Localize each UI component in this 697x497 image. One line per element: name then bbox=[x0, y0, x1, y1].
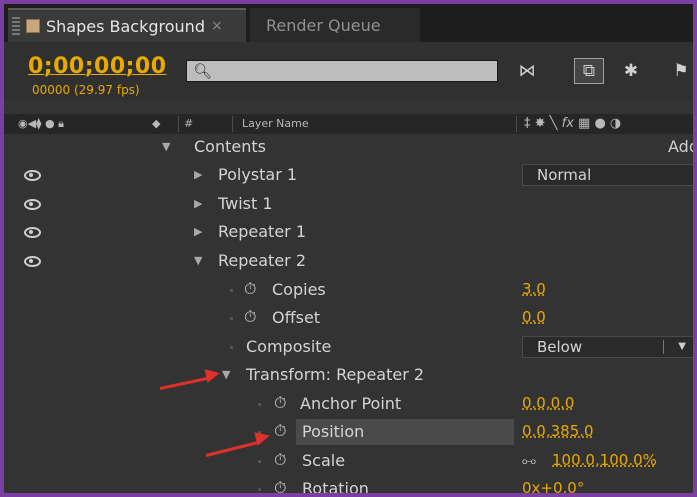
dot-icon bbox=[230, 346, 233, 349]
scale-value[interactable]: 100.0,100.0% bbox=[552, 451, 657, 469]
composite-row[interactable]: Composite Below ▼ bbox=[4, 334, 693, 362]
contents-label: Contents bbox=[194, 137, 266, 156]
live-update-icon[interactable]: ⧉ bbox=[574, 58, 604, 84]
twist-row[interactable]: ▶ Twist 1 bbox=[4, 191, 693, 219]
dot-icon bbox=[258, 403, 261, 406]
dot-icon bbox=[258, 488, 261, 491]
stopwatch-icon[interactable]: ⏱︎ bbox=[274, 393, 286, 413]
annotation-arrowhead-transform bbox=[204, 366, 222, 383]
rotation-label: Rotation bbox=[302, 479, 369, 493]
tab-label: Shapes Background bbox=[46, 16, 205, 36]
dot-icon bbox=[258, 460, 261, 463]
repeater1-label: Repeater 1 bbox=[218, 222, 307, 241]
transform-row[interactable]: ▼ Transform: Repeater 2 bbox=[4, 362, 693, 390]
stopwatch-icon[interactable]: ⏱︎ bbox=[274, 450, 286, 470]
rotation-value[interactable]: 0x+0.0° bbox=[522, 479, 584, 493]
tab-label: Render Queue bbox=[266, 15, 381, 35]
rotation-row[interactable]: ⏱︎ Rotation 0x+0.0° bbox=[4, 476, 693, 493]
triangle-icon[interactable]: ▼ bbox=[222, 368, 230, 381]
add-menu-label[interactable]: Add bbox=[668, 137, 693, 156]
tab-bar: Shapes Background × Render Queue bbox=[4, 4, 693, 42]
stopwatch-icon[interactable]: ⏱︎ bbox=[244, 279, 256, 299]
repeater1-row[interactable]: ▶ Repeater 1 bbox=[4, 219, 693, 247]
anchor-point-label: Anchor Point bbox=[300, 394, 402, 413]
position-label: Position bbox=[302, 422, 365, 441]
current-time-display[interactable]: 0;00;00;00 bbox=[28, 54, 167, 79]
stopwatch-icon[interactable]: ⏱︎ bbox=[274, 421, 286, 441]
column-divider bbox=[232, 116, 233, 132]
offset-row[interactable]: ⏱︎ Offset 0.0 bbox=[4, 305, 693, 333]
composite-label: Composite bbox=[246, 337, 332, 356]
composite-select[interactable]: Below ▼ bbox=[522, 336, 693, 358]
triangle-icon[interactable]: ▼ bbox=[194, 254, 202, 267]
composition-swatch-icon bbox=[26, 19, 40, 33]
column-divider bbox=[516, 116, 517, 132]
repeater2-row[interactable]: ▼ Repeater 2 bbox=[4, 248, 693, 276]
layer-number-header: # bbox=[184, 117, 194, 130]
eye-icon[interactable] bbox=[22, 195, 41, 213]
triangle-icon[interactable]: ▶ bbox=[194, 197, 202, 210]
composite-value: Below bbox=[537, 338, 583, 356]
copies-label: Copies bbox=[272, 280, 326, 299]
anchor-point-value[interactable]: 0.0,0.0 bbox=[522, 394, 574, 412]
blend-mode-value: Normal bbox=[537, 166, 592, 184]
offset-label: Offset bbox=[272, 308, 321, 327]
scale-row[interactable]: ⏱︎ Scale ⧟ 100.0,100.0% bbox=[4, 448, 693, 476]
frame-rate-display: 00000 (29.97 fps) bbox=[32, 83, 140, 97]
label-icon[interactable]: ◆ bbox=[152, 117, 160, 130]
timeline-toolbar: 0;00;00;00 00000 (29.97 fps) 🔍︎ ⋈ ⧉ ✱ ⚑ bbox=[4, 42, 693, 100]
draft-3d-icon[interactable]: ✱ bbox=[616, 58, 646, 84]
layer-name-header[interactable]: Layer Name bbox=[242, 117, 309, 130]
stopwatch-icon[interactable]: ⏱︎ bbox=[244, 307, 256, 327]
search-icon[interactable]: 🔍︎ bbox=[193, 62, 212, 80]
triangle-icon[interactable]: ▼ bbox=[162, 140, 170, 153]
tab-shapes-background[interactable]: Shapes Background × bbox=[8, 8, 246, 42]
tab-render-queue[interactable]: Render Queue bbox=[250, 8, 420, 42]
offset-value[interactable]: 0.0 bbox=[522, 308, 546, 326]
close-icon[interactable]: × bbox=[211, 18, 223, 34]
link-icon[interactable]: ⧟ bbox=[522, 453, 536, 469]
dropdown-divider bbox=[663, 340, 664, 354]
polystar-row[interactable]: ▶ Polystar 1 Normal bbox=[4, 162, 693, 190]
dot-icon bbox=[230, 289, 233, 292]
eye-icon[interactable] bbox=[22, 252, 41, 270]
hide-shy-layers-icon[interactable]: ⚑ bbox=[666, 58, 693, 84]
position-row[interactable]: ⏱︎ Position 0.0,385.0 bbox=[4, 419, 693, 447]
column-divider bbox=[178, 116, 179, 132]
transform-label: Transform: Repeater 2 bbox=[246, 365, 425, 384]
timeline-panel: Shapes Background × Render Queue 0;00;00… bbox=[4, 4, 693, 493]
chevron-down-icon[interactable]: ▼ bbox=[678, 337, 686, 357]
anchor-point-row[interactable]: ⏱︎ Anchor Point 0.0,0.0 bbox=[4, 391, 693, 419]
stopwatch-icon[interactable]: ⏱︎ bbox=[274, 478, 286, 493]
eye-icon[interactable] bbox=[22, 223, 41, 241]
contents-row[interactable]: ▼ Contents Add bbox=[4, 134, 693, 162]
triangle-icon[interactable]: ▶ bbox=[194, 225, 202, 238]
polystar-label: Polystar 1 bbox=[218, 165, 298, 184]
eye-icon[interactable] bbox=[22, 166, 41, 184]
twist-label: Twist 1 bbox=[218, 194, 273, 213]
position-value[interactable]: 0.0,385.0 bbox=[522, 422, 594, 440]
copies-row[interactable]: ⏱︎ Copies 3.0 bbox=[4, 277, 693, 305]
triangle-icon[interactable]: ▶ bbox=[194, 168, 202, 181]
scale-label: Scale bbox=[302, 451, 346, 470]
dot-icon bbox=[230, 317, 233, 320]
av-features-icons[interactable]: ◉◀⧫ ● 🔒︎ bbox=[18, 117, 64, 131]
grip-icon[interactable] bbox=[12, 17, 20, 35]
copies-value[interactable]: 3.0 bbox=[522, 280, 546, 298]
search-input[interactable]: 🔍︎ bbox=[186, 60, 498, 82]
repeater2-label: Repeater 2 bbox=[218, 251, 307, 270]
blend-mode-select[interactable]: Normal bbox=[522, 164, 693, 186]
column-header: ◉◀⧫ ● 🔒︎ ◆ # Layer Name ‡ ✸ ╲ fx ▦ ● ◑ bbox=[4, 114, 693, 134]
composition-mini-flowchart-icon[interactable]: ⋈ bbox=[512, 58, 542, 84]
switches-header-icons[interactable]: ‡ ✸ ╲ fx ▦ ● ◑ bbox=[524, 116, 621, 131]
